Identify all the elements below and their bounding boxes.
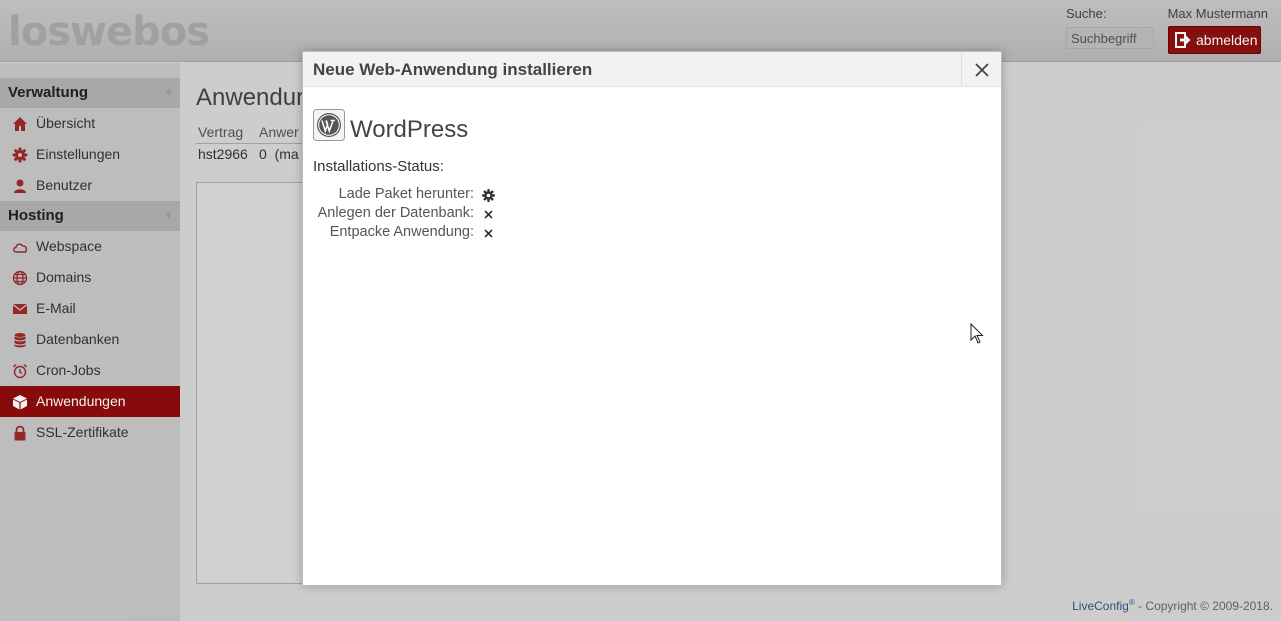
install-status-label: Installations-Status: — [313, 158, 444, 175]
step-label: Lade Paket herunter: — [338, 186, 474, 202]
close-icon — [484, 210, 493, 219]
install-step-download: Lade Paket herunter: — [303, 186, 503, 205]
close-icon — [974, 62, 989, 77]
wordpress-icon — [313, 109, 345, 141]
mouse-cursor-icon — [970, 323, 984, 344]
install-step-unpack: Entpacke Anwendung: — [303, 224, 503, 243]
gear-icon — [482, 189, 495, 202]
close-button[interactable] — [961, 52, 1001, 87]
install-step-database: Anlegen der Datenbank: — [303, 205, 503, 224]
app-name: WordPress — [350, 116, 469, 143]
close-icon — [484, 229, 493, 238]
dialog-header: Neue Web-Anwendung installieren — [303, 52, 1001, 87]
install-dialog: Neue Web-Anwendung installieren WordPres… — [302, 51, 1002, 586]
step-label: Entpacke Anwendung: — [329, 224, 474, 240]
dialog-title: Neue Web-Anwendung installieren — [313, 60, 593, 79]
step-label: Anlegen der Datenbank: — [317, 205, 474, 221]
